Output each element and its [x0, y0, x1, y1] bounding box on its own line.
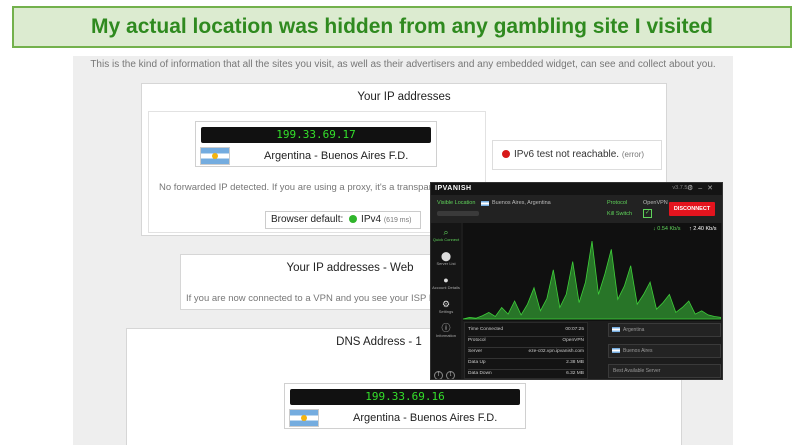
settings-menu-icon[interactable]: ⚙	[687, 185, 698, 192]
sidebar-label: Information	[435, 333, 456, 338]
twitter-icon[interactable]: t	[446, 371, 455, 379]
disconnect-button[interactable]: DISCONNECT	[669, 202, 715, 216]
stat-row: Protocol OpenVPN	[468, 338, 584, 343]
latency-value: (619 ms)	[383, 217, 412, 224]
ipvanish-logo: IPVANISH	[435, 185, 472, 192]
stat-row: Data Down 6.32 MB	[468, 371, 584, 376]
stat-value: eze-c02.vpn.ipvanish.com	[528, 349, 584, 354]
ip-address-value: 199.33.69.17	[201, 127, 431, 143]
sidebar-label: Settings	[438, 309, 454, 314]
stat-label: Data Up	[468, 360, 486, 365]
ipv6-status-text: IPv6 test not reachable.	[514, 149, 620, 160]
traffic-graph-svg	[463, 241, 721, 320]
kill-switch-checkbox[interactable]: ✓	[643, 209, 652, 218]
facebook-icon[interactable]: f	[434, 371, 443, 379]
social-icons: ft	[434, 371, 455, 379]
intro-text: This is the kind of information that all…	[90, 59, 716, 70]
ip-card: 199.33.69.17 Argentina - Buenos Aires F.…	[195, 121, 437, 167]
headline-text: My actual location was hidden from any g…	[91, 15, 713, 38]
close-icon[interactable]: ✕	[707, 185, 718, 192]
status-green-dot-icon	[349, 215, 358, 223]
city-select[interactable]: Buenos Aires	[608, 344, 721, 358]
dns-location: Argentina - Buenos Aires F.D.	[353, 412, 498, 424]
sidebar-item-information[interactable]: ⓘ Information	[431, 323, 461, 339]
vpn-sidebar: ⌕ Quick Connect ⬤ Server List ● Account …	[431, 223, 461, 379]
ip-addresses-title: Your IP addresses	[357, 91, 451, 103]
download-traffic-area	[463, 241, 721, 320]
visible-location-value: Buenos Aires, Argentina	[492, 200, 551, 206]
argentina-mini-flag-icon	[612, 348, 620, 353]
ipv6-status-box: IPv6 test not reachable. (error)	[492, 140, 662, 170]
argentina-mini-flag-icon	[612, 327, 620, 332]
stat-row: Server eze-c02.vpn.ipvanish.com	[468, 349, 584, 354]
stat-value: OpenVPN	[562, 338, 584, 343]
search-icon: ⌕	[443, 227, 449, 237]
stat-divider	[468, 358, 584, 359]
stat-divider	[468, 369, 584, 370]
stat-label: Protocol	[468, 338, 486, 343]
info-icon: ⓘ	[441, 323, 451, 333]
no-forwarded-ip-text: No forwarded IP detected. If you are usi…	[159, 182, 446, 193]
protocol-value: OpenVPN	[643, 200, 668, 206]
window-controls[interactable]: ⚙–✕	[687, 184, 718, 192]
stat-divider	[468, 336, 584, 337]
country-select[interactable]: Argentina	[608, 323, 721, 337]
sidebar-item-quick-connect[interactable]: ⌕ Quick Connect	[431, 227, 461, 243]
stat-row: Data Up 2.38 MB	[468, 360, 584, 365]
stat-value: 2.38 MB	[566, 360, 584, 365]
stat-row: Time Connected 00:07:25	[468, 327, 584, 332]
status-red-dot-icon	[502, 150, 510, 158]
city-select-value: Buenos Aires	[623, 348, 653, 354]
server-select[interactable]: Best Available Server	[608, 364, 721, 378]
argentina-mini-flag-icon	[481, 201, 489, 206]
protocol-label: Protocol	[607, 200, 628, 206]
ipv6-error-text: (error)	[621, 150, 645, 159]
browser-default-label: Browser default:	[271, 214, 344, 225]
traffic-graph: ↓ 0.54 Kb/s ↑ 2.40 Kb/s	[463, 223, 721, 321]
stat-divider	[468, 347, 584, 348]
argentina-flag-icon	[289, 409, 319, 427]
server-select-value: Best Available Server	[613, 368, 661, 374]
sidebar-label: Account Details	[432, 285, 460, 290]
ip-location: Argentina - Buenos Aires F.D.	[264, 150, 409, 162]
browser-default-box: Browser default: IPv4 (619 ms)	[265, 211, 421, 229]
stat-value: 00:07:25	[565, 327, 584, 332]
argentina-flag-icon	[200, 147, 230, 165]
gear-icon: ⚙	[441, 299, 451, 309]
headline-banner: My actual location was hidden from any g…	[12, 6, 792, 48]
location-pin-icon: ⬤	[440, 251, 452, 261]
stat-label: Server	[468, 349, 483, 354]
sidebar-item-settings[interactable]: ⚙ Settings	[431, 299, 461, 315]
webrtc-text: If you are now connected to a VPN and yo…	[186, 293, 438, 304]
kill-switch-label: Kill Switch	[607, 211, 633, 217]
sidebar-item-server-list[interactable]: ⬤ Server List	[431, 251, 461, 267]
connection-stats-panel: Time Connected 00:07:25 Protocol OpenVPN Ser…	[464, 322, 588, 379]
visible-location-label: Visible Location	[437, 200, 476, 206]
stat-label: Time Connected	[468, 327, 504, 332]
sidebar-item-account-details[interactable]: ● Account Details	[431, 275, 461, 291]
sidebar-label: Quick Connect	[432, 237, 460, 242]
protocol-label: IPv4	[361, 214, 382, 225]
stat-value: 6.32 MB	[566, 371, 584, 376]
minimize-icon[interactable]: –	[698, 185, 707, 192]
country-select-value: Argentina	[623, 327, 645, 333]
dns-ip-card: 199.33.69.16 Argentina - Buenos Aires F.…	[284, 383, 526, 429]
user-icon: ●	[443, 275, 449, 285]
sidebar-label: Server List	[436, 261, 456, 266]
masked-ip-placeholder	[437, 211, 479, 216]
vpn-titlebar: IPVANISH v3.7.5.7 ⚙–✕	[431, 183, 722, 195]
dns-ip-value: 199.33.69.16	[290, 389, 520, 405]
ipvanish-window: IPVANISH v3.7.5.7 ⚙–✕ Visible Location B…	[430, 182, 723, 380]
stat-label: Data Down	[468, 371, 492, 376]
